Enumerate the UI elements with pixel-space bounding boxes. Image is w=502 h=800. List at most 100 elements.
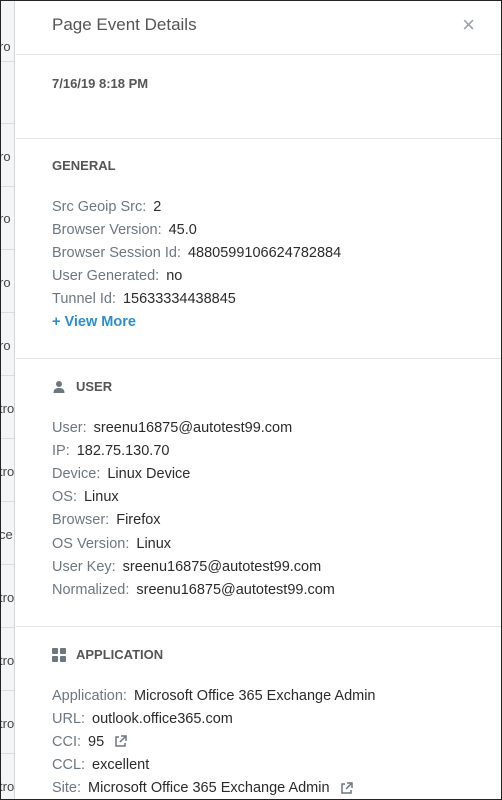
field-row: Browser: Firefox — [52, 509, 335, 532]
field-label: User Generated: — [52, 268, 160, 285]
field-value: sreenu16875@autotest99.com — [136, 581, 335, 598]
field-label: Site: — [52, 780, 82, 797]
panel-header: Page Event Details × — [16, 1, 501, 55]
application-fields: Application: Microsoft Office 365 Exchan… — [52, 684, 376, 799]
field-row: Browser Session Id: 4880599106624782884 — [52, 241, 341, 264]
background-cell: tro — [1, 716, 15, 731]
background-cell: tro — [1, 590, 15, 605]
background-cell: tro — [1, 779, 15, 794]
field-row: Device: Linux Device — [52, 462, 335, 485]
background-table: ro ro ro ro ro tro tro ce tro tro tro tr… — [1, 1, 15, 799]
field-value: no — [166, 268, 183, 285]
field-value: excellent — [92, 757, 150, 774]
field-value: Linux — [136, 535, 172, 552]
field-value: sreenu16875@autotest99.com — [93, 419, 293, 436]
field-row: Tunnel Id: 15633334438845 — [52, 288, 341, 311]
field-value: 95 — [88, 733, 105, 750]
background-divider — [1, 690, 14, 691]
field-value: 45.0 — [168, 221, 197, 238]
user-icon — [53, 380, 65, 393]
field-label: User Key: — [52, 558, 116, 575]
external-link-icon[interactable] — [114, 735, 127, 748]
field-label: Device: — [52, 465, 101, 482]
field-label: CCL: — [52, 757, 86, 774]
background-divider — [1, 753, 14, 754]
background-divider — [1, 564, 14, 565]
user-fields: User: sreenu16875@autotest99.com IP: 182… — [52, 416, 335, 602]
event-details-panel: Page Event Details × 7/16/19 8:18 PM GEN… — [16, 1, 501, 799]
field-value: Linux — [83, 489, 119, 506]
field-label: OS: — [52, 489, 77, 506]
field-row: IP: 182.75.130.70 — [52, 439, 335, 462]
field-row: Site: Microsoft Office 365 Exchange Admi… — [52, 777, 376, 799]
view-more-link[interactable]: + View More — [52, 311, 341, 334]
background-cell: ro — [1, 338, 11, 353]
field-label: User: — [52, 419, 87, 436]
background-cell: tro — [1, 653, 15, 668]
background-divider — [1, 312, 14, 313]
background-cell: ce — [1, 527, 13, 542]
background-cell: tro — [1, 464, 15, 479]
background-cell: ro — [1, 275, 11, 290]
background-divider — [1, 123, 14, 124]
field-row: URL: outlook.office365.com — [52, 707, 376, 730]
app-window: ro ro ro ro ro tro tro ce tro tro tro tr… — [0, 0, 502, 800]
application-heading-label: APPLICATION — [76, 647, 164, 662]
background-cell: ro — [1, 39, 11, 54]
background-divider — [1, 375, 14, 376]
close-button[interactable]: × — [462, 13, 475, 37]
background-divider — [1, 186, 14, 187]
field-value: 15633334438845 — [122, 291, 236, 308]
application-section: APPLICATION Application: Microsoft Offic… — [16, 627, 501, 799]
application-heading: APPLICATION — [52, 647, 163, 662]
background-divider — [1, 438, 14, 439]
field-label: Normalized: — [52, 581, 130, 598]
user-section: USER User: sreenu16875@autotest99.com IP… — [16, 359, 501, 627]
field-label: IP: — [52, 442, 70, 459]
field-value: 2 — [153, 198, 162, 215]
field-value: 182.75.130.70 — [76, 442, 170, 459]
apps-grid-icon — [52, 647, 66, 662]
field-row: Src Geoip Src: 2 — [52, 195, 341, 218]
field-value: 4880599106624782884 — [187, 244, 342, 261]
background-cell: ro — [1, 149, 11, 164]
event-date-section: 7/16/19 8:18 PM — [16, 55, 501, 139]
field-row: User Key: sreenu16875@autotest99.com — [52, 555, 335, 578]
field-label: Src Geoip Src: — [52, 198, 147, 215]
general-fields: Src Geoip Src: 2 Browser Version: 45.0 B… — [52, 195, 341, 334]
field-row: User: sreenu16875@autotest99.com — [52, 416, 335, 439]
field-label: CCI: — [52, 733, 81, 750]
external-link-icon[interactable] — [340, 782, 353, 795]
user-heading: USER — [52, 379, 112, 394]
panel-title: Page Event Details — [52, 15, 197, 34]
field-label: URL: — [52, 710, 86, 727]
field-row: CCI: 95 — [52, 730, 376, 753]
field-row: User Generated: no — [52, 265, 341, 288]
field-value: Firefox — [116, 512, 161, 529]
field-row: CCL: excellent — [52, 754, 376, 777]
field-value: Linux Device — [107, 465, 191, 482]
field-row: OS Version: Linux — [52, 532, 335, 555]
field-row: Browser Version: 45.0 — [52, 218, 341, 241]
general-section: GENERAL Src Geoip Src: 2 Browser Version… — [16, 139, 501, 359]
background-cell: tro — [1, 401, 15, 416]
background-divider — [1, 501, 14, 502]
field-row: OS: Linux — [52, 486, 335, 509]
field-label: Browser Session Id: — [52, 244, 181, 261]
field-value: Microsoft Office 365 Exchange Admin — [133, 687, 376, 704]
background-divider — [1, 627, 14, 628]
field-label: Browser Version: — [52, 221, 162, 238]
background-divider — [1, 61, 14, 62]
background-divider — [1, 249, 14, 250]
field-row: Normalized: sreenu16875@autotest99.com — [52, 578, 335, 601]
field-row: Application: Microsoft Office 365 Exchan… — [52, 684, 376, 707]
general-heading: GENERAL — [52, 158, 116, 173]
field-value: sreenu16875@autotest99.com — [122, 558, 322, 575]
field-value: outlook.office365.com — [92, 710, 233, 727]
background-cell: ro — [1, 211, 11, 226]
general-heading-label: GENERAL — [52, 158, 116, 173]
user-heading-label: USER — [76, 379, 113, 394]
field-label: Application: — [52, 687, 127, 704]
field-label: Tunnel Id: — [52, 291, 116, 308]
field-value: Microsoft Office 365 Exchange Admin — [88, 780, 330, 797]
